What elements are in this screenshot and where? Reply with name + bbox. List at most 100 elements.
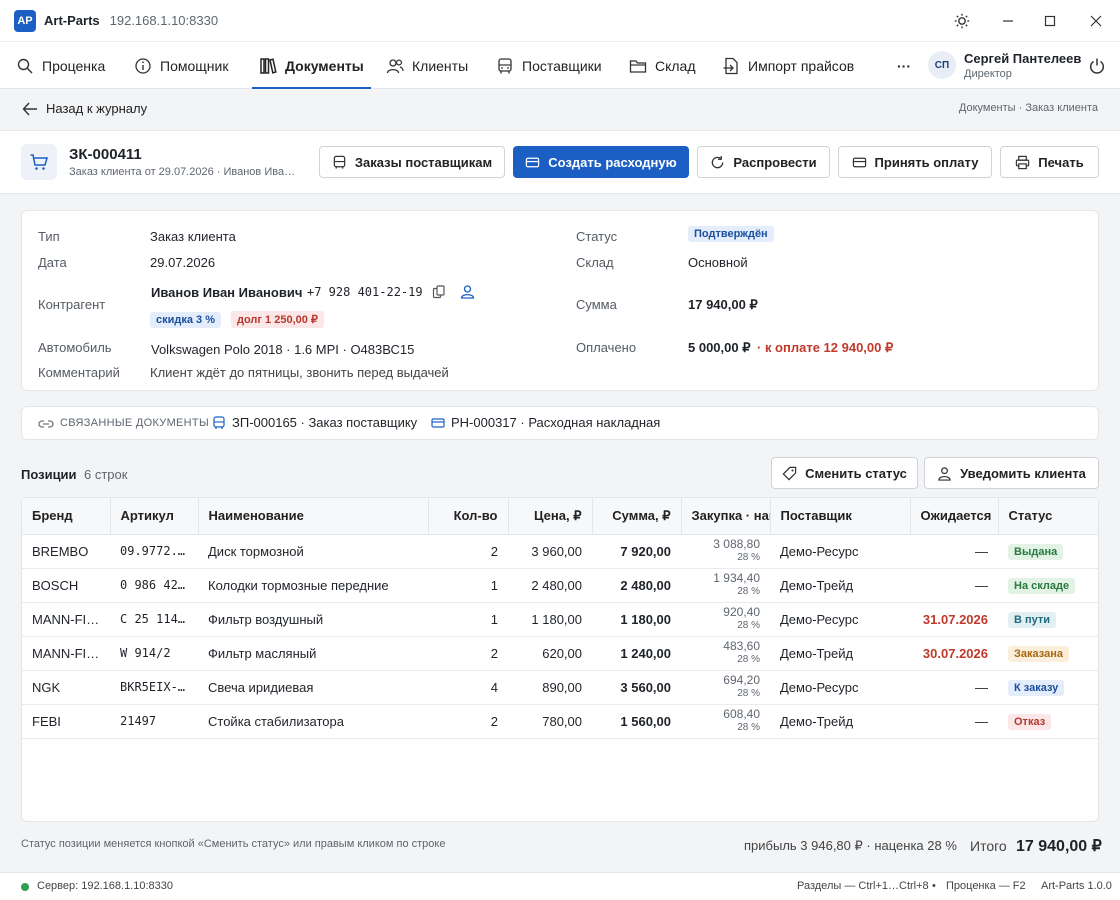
accept-payment-button[interactable]: Принять оплату (838, 146, 992, 178)
column-header-qty[interactable]: Кол-во (428, 498, 509, 535)
nav-item-price-import[interactable]: Импорт прайсов (722, 42, 854, 89)
counterparty-name[interactable]: Иванов Иван Иванович (151, 285, 302, 300)
column-header-sum[interactable]: Сумма, ₽ (592, 498, 682, 535)
counterparty-label: Контрагент (38, 297, 106, 312)
column-header-purchase[interactable]: Закупка · наценка (681, 498, 771, 535)
nav-item-warehouse[interactable]: Склад (629, 42, 696, 89)
more-menu-icon[interactable]: ··· (897, 42, 911, 89)
cell-qty: 4 (428, 670, 508, 705)
document-info-card: Тип Заказ клиента Дата 29.07.2026 Контра… (21, 210, 1099, 391)
footer-hint: Статус позиции меняется кнопкой «Сменить… (21, 838, 446, 850)
avatar[interactable]: СП (928, 51, 956, 79)
repost-button[interactable]: Распровести (697, 146, 830, 178)
nav-item-suppliers[interactable]: Поставщики (496, 42, 602, 89)
nav-item-pricing[interactable]: Проценка (16, 42, 105, 89)
column-header-article[interactable]: Артикул (110, 498, 199, 535)
server-status: Сервер: 192.168.1.10:8330 (37, 880, 174, 892)
close-icon[interactable] (1076, 0, 1116, 42)
card-icon (852, 157, 866, 167)
back-to-journal-link[interactable]: Назад к журналу (22, 101, 147, 116)
paid-value: 5 000,00 ₽ (688, 340, 751, 355)
markup-percent: 28 % (737, 654, 760, 665)
linked-documents-title: СВЯЗАННЫЕ ДОКУМЕНТЫ (60, 417, 209, 429)
profit-summary: прибыль 3 946,80 ₽ · наценка 28 % (744, 838, 957, 853)
document-number: ЗК-000411 (69, 146, 142, 163)
table-row[interactable]: BOSCH 0 986 424 … Колодки тормозные передн… (22, 568, 1098, 603)
nav-label: Документы (285, 57, 364, 74)
type-value: Заказ клиента (150, 229, 236, 244)
cell-article: BKR5EIX-11 (110, 670, 198, 705)
nav-item-documents[interactable]: Документы (252, 42, 371, 90)
status-badge: Подтверждён (688, 225, 774, 242)
copy-icon[interactable] (432, 285, 446, 302)
cell-purchase: 920,40 28 % (681, 602, 770, 637)
car-value: Volkswagen Polo 2018 · 1.6 MPI · О483ВС1… (151, 342, 415, 357)
back-bar: Назад к журналу Документы · Заказ клиент… (0, 89, 1120, 131)
notify-client-button[interactable]: Уведомить клиента (924, 457, 1099, 489)
nav-label: Склад (655, 57, 696, 74)
column-header-price[interactable]: Цена, ₽ (508, 498, 593, 535)
create-invoice-button[interactable]: Создать расходную (513, 146, 689, 178)
user-name: Сергей Пантелеев (964, 51, 1082, 66)
linked-doc-label: РН-000317 · Расходная накладная (451, 415, 661, 430)
change-status-button[interactable]: Сменить статус (771, 457, 918, 489)
cell-qty: 2 (428, 704, 508, 739)
maximize-icon[interactable] (1030, 0, 1070, 42)
cell-name: Фильтр воздушный (198, 602, 428, 637)
cell-supplier: Демо-Ресурс (770, 602, 910, 637)
theme-toggle-icon[interactable] (942, 0, 982, 42)
markup-percent: 28 % (737, 722, 760, 733)
type-label: Тип (38, 229, 60, 244)
button-label: Принять оплату (874, 154, 979, 170)
column-header-name[interactable]: Наименование (198, 498, 429, 535)
linked-doc-supplier-order[interactable]: ЗП-000165 · Заказ поставщику (212, 415, 417, 430)
nav-item-clients[interactable]: Клиенты (386, 42, 468, 89)
sum-value: 17 940,00 ₽ (688, 297, 758, 312)
cell-expected: — (910, 568, 998, 603)
minimize-icon[interactable] (988, 0, 1028, 42)
cell-purchase: 3 088,80 28 % (681, 534, 770, 569)
logout-icon[interactable] (1088, 42, 1106, 89)
cell-name: Свеча иридиевая (198, 670, 428, 705)
status-badge: К заказу (1008, 679, 1065, 696)
cell-status: Выдана (998, 534, 1098, 569)
cell-price: 890,00 (508, 670, 592, 705)
nav-label: Проценка (42, 57, 106, 74)
table-row[interactable]: MANN-FILTER C 25 114/1 Фильтр воздушный 1 1 … (22, 602, 1098, 637)
purchase-price: 1 934,40 (713, 571, 760, 585)
table-row[interactable]: FEBI 21497 Стойка стабилизатора 2 780,00 1 56… (22, 704, 1098, 739)
column-header-supplier[interactable]: Поставщик (770, 498, 911, 535)
users-icon (386, 58, 404, 73)
cell-status: В пути (998, 602, 1098, 637)
linked-doc-invoice[interactable]: РН-000317 · Расходная накладная (431, 415, 660, 430)
table-row[interactable]: NGK BKR5EIX-11 Свеча иридиевая 4 890,00 3 560… (22, 670, 1098, 705)
table-row[interactable]: MANN-FILTER W 914/2 Фильтр масляный 2 620,00… (22, 636, 1098, 671)
cell-price: 1 180,00 (508, 602, 592, 637)
counterparty-phone: +7 928 401-22-19 (307, 285, 423, 299)
cell-brand: MANN-FILTER (22, 602, 110, 637)
cell-supplier: Демо-Трейд (770, 568, 910, 603)
bus-icon (213, 415, 225, 429)
bus-icon (498, 57, 512, 73)
cell-status: Отказ (998, 704, 1098, 739)
button-label: Печать (1038, 154, 1084, 170)
cell-supplier: Демо-Ресурс (770, 670, 910, 705)
client-profile-icon[interactable] (460, 284, 475, 302)
cell-price: 780,00 (508, 704, 592, 739)
app-version: Art-Parts 1.0.0 (1041, 880, 1112, 892)
cell-price: 620,00 (508, 636, 592, 671)
nav-item-assistant[interactable]: Помощник (134, 42, 228, 89)
user-icon (938, 466, 951, 481)
folder-icon (629, 59, 647, 73)
books-icon (260, 57, 277, 74)
table-row[interactable]: BREMBO 09.9772.11 Диск тормозной 2 3 960,00 7… (22, 534, 1098, 569)
column-header-status[interactable]: Статус (998, 498, 1098, 535)
column-header-expected[interactable]: Ожидается (910, 498, 999, 535)
supplier-orders-button[interactable]: Заказы поставщикам (319, 146, 505, 178)
markup-percent: 28 % (737, 552, 760, 563)
hotkey-hint-pricing: Проценка — F2 (946, 880, 1026, 892)
column-header-brand[interactable]: Бренд (22, 498, 111, 535)
print-button[interactable]: Печать (1000, 146, 1099, 178)
nav-label: Импорт прайсов (748, 57, 855, 74)
markup-percent: 28 % (737, 620, 760, 631)
